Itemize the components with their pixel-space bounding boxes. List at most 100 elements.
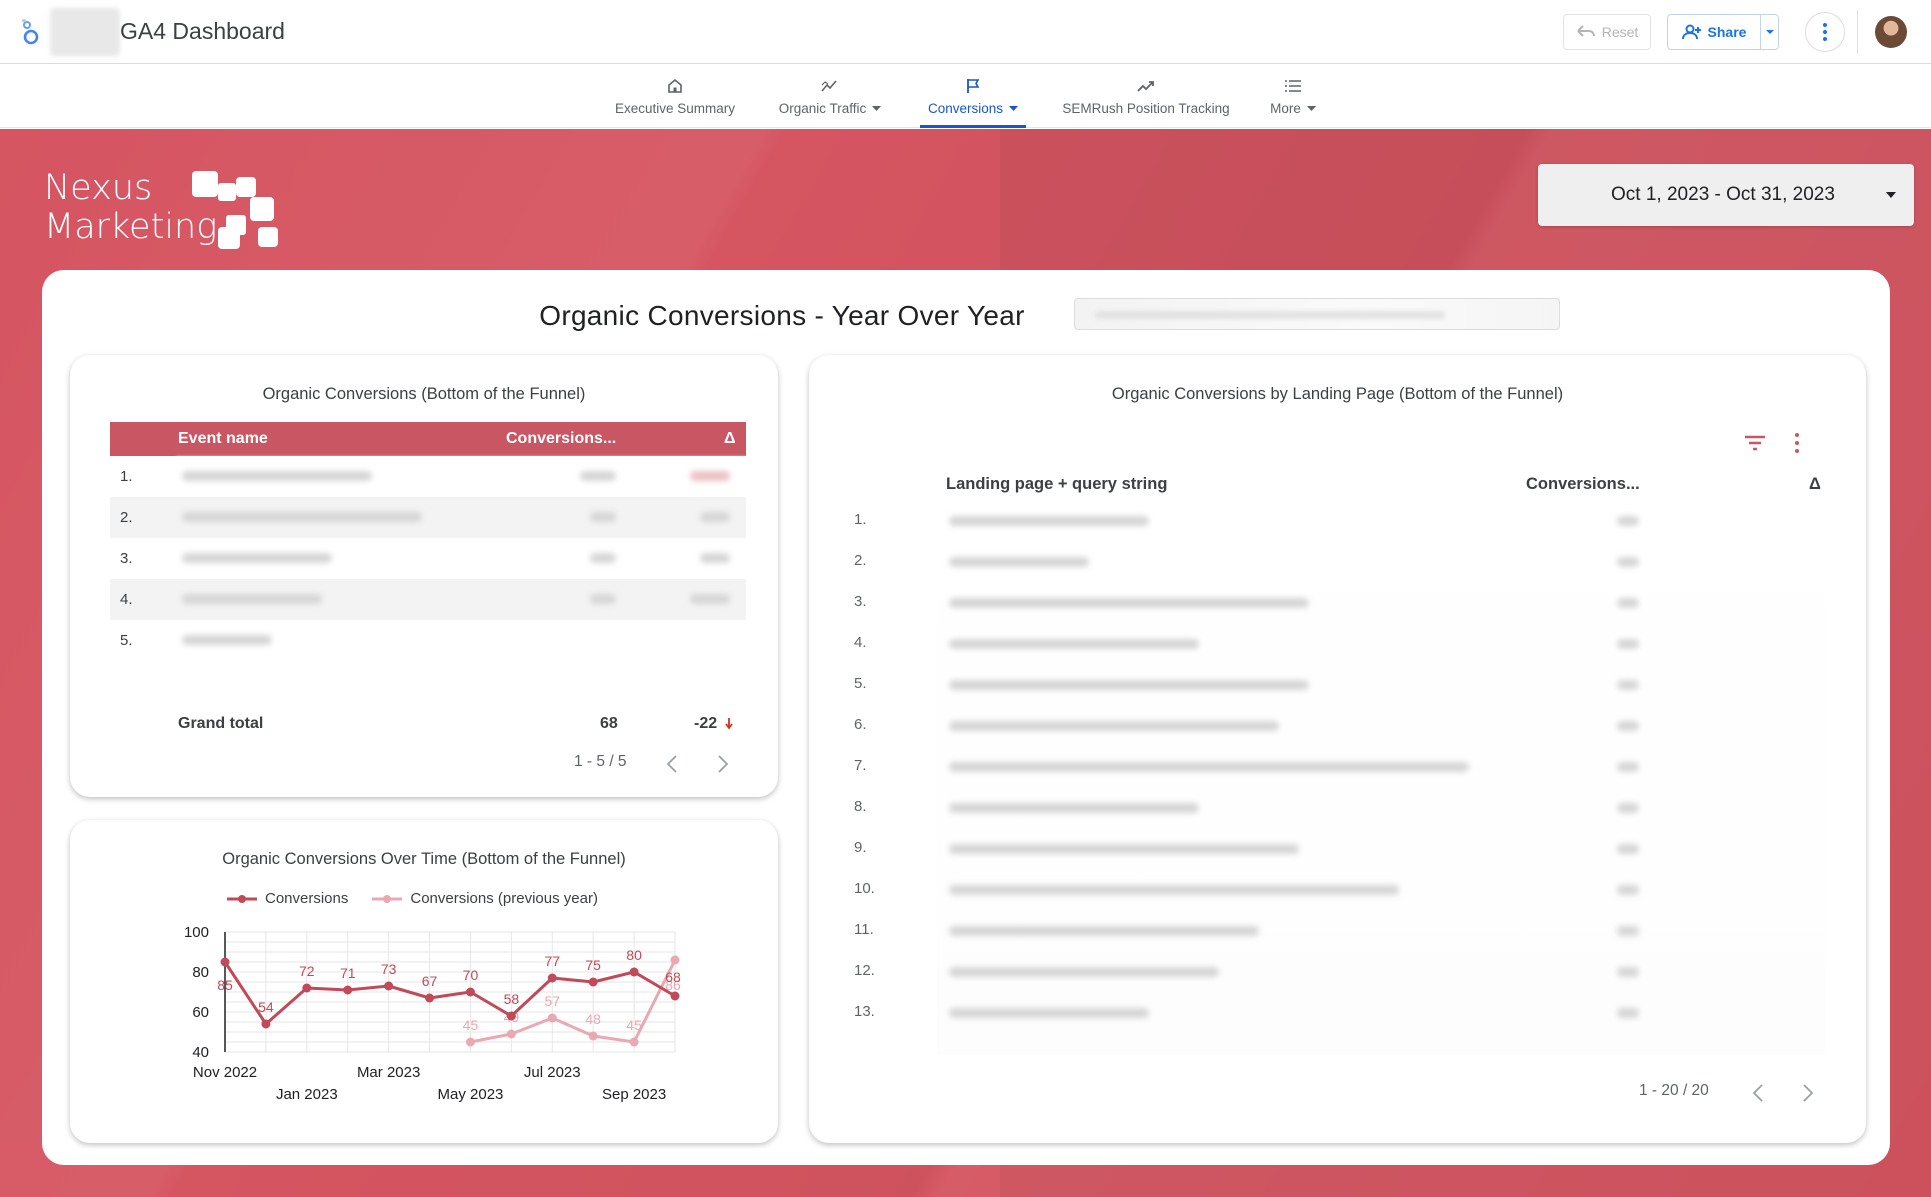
redacted-text xyxy=(182,553,332,563)
data-point xyxy=(465,987,475,997)
row-number: 10. xyxy=(854,880,875,897)
data-label: 54 xyxy=(258,999,274,1015)
column-header-landing-page[interactable]: Landing page + query string xyxy=(946,475,1167,494)
y-tick-label: 40 xyxy=(192,1044,209,1061)
data-label: 45 xyxy=(463,1017,479,1033)
data-point xyxy=(547,973,557,983)
table-row: 2. xyxy=(110,497,746,538)
redacted-value xyxy=(1617,557,1639,567)
x-tick-label: Jan 2023 xyxy=(276,1086,338,1103)
redacted-value xyxy=(1617,967,1639,977)
x-tick-label: Nov 2022 xyxy=(193,1064,257,1081)
x-tick-label: Mar 2023 xyxy=(357,1064,420,1081)
chevron-left-icon xyxy=(667,755,677,773)
data-point xyxy=(302,983,312,993)
tab-organic-traffic[interactable]: Organic Traffic xyxy=(768,64,892,128)
data-label: 80 xyxy=(626,947,642,963)
top-bar: GA4 Dashboard Reset Share xyxy=(0,0,1931,64)
column-header-delta[interactable]: Δ xyxy=(1809,475,1821,494)
filter-icon[interactable] xyxy=(1744,435,1766,451)
data-point xyxy=(343,985,353,995)
share-button[interactable]: Share xyxy=(1667,14,1779,50)
date-range-picker[interactable]: Oct 1, 2023 - Oct 31, 2023 xyxy=(1538,164,1914,226)
trending-up-icon xyxy=(1137,80,1154,92)
column-header-delta[interactable]: Δ xyxy=(724,430,736,448)
row-number: 9. xyxy=(854,839,867,856)
table-row: 4. xyxy=(110,579,746,620)
data-label: 72 xyxy=(299,963,315,979)
card-title: Organic Conversions (Bottom of the Funne… xyxy=(262,385,586,403)
next-page-button[interactable] xyxy=(1797,1082,1819,1104)
y-tick-label: 100 xyxy=(184,924,209,941)
tab-more[interactable]: More xyxy=(1262,64,1324,128)
data-point xyxy=(384,981,394,991)
redacted-value xyxy=(1617,1008,1639,1018)
landing-page-table-card: Organic Conversions by Landing Page (Bot… xyxy=(809,355,1866,1143)
pagination-status: 1 - 5 / 5 xyxy=(574,753,627,770)
redacted-text xyxy=(949,885,1399,895)
more-options-button[interactable] xyxy=(1805,12,1845,52)
filter-control[interactable] xyxy=(1074,298,1560,330)
data-point xyxy=(670,955,680,965)
redacted-value xyxy=(590,553,616,563)
data-label: 48 xyxy=(585,1011,601,1027)
main-panel: Organic Conversions - Year Over Year Org… xyxy=(42,270,1890,1165)
redacted-text xyxy=(182,471,372,481)
redacted-value xyxy=(580,471,616,481)
data-label: 67 xyxy=(422,973,438,989)
next-page-button[interactable] xyxy=(712,753,734,775)
redacted-value xyxy=(590,512,616,522)
redacted-delta xyxy=(700,512,730,522)
tab-semrush-position-tracking[interactable]: SEMRush Position Tracking xyxy=(1052,64,1240,128)
tab-label: SEMRush Position Tracking xyxy=(1062,100,1230,116)
blurred-logo xyxy=(50,8,120,56)
kebab-menu-icon[interactable] xyxy=(1795,433,1799,453)
redacted-delta xyxy=(700,553,730,563)
caret-down-icon xyxy=(1886,192,1896,198)
data-point xyxy=(670,991,680,1001)
row-number: 1. xyxy=(120,468,133,485)
data-label: 75 xyxy=(585,957,601,973)
row-number: 12. xyxy=(854,962,875,979)
row-number: 2. xyxy=(854,552,867,569)
add-person-icon xyxy=(1681,24,1701,40)
row-number: 4. xyxy=(120,591,133,608)
column-header-conversions[interactable]: Conversions... xyxy=(506,430,616,448)
report-title[interactable]: GA4 Dashboard xyxy=(120,18,285,45)
caret-down-icon xyxy=(1765,30,1774,34)
data-point xyxy=(465,1037,475,1047)
prev-page-button[interactable] xyxy=(1747,1082,1769,1104)
redacted-delta xyxy=(690,594,730,604)
reset-label: Reset xyxy=(1601,24,1639,40)
grand-total-delta: -22 xyxy=(694,715,718,732)
redacted-text xyxy=(182,635,272,645)
table-row: 3. xyxy=(110,538,746,579)
row-number: 5. xyxy=(120,632,133,649)
redacted-text xyxy=(949,598,1309,608)
caret-down-icon xyxy=(1306,105,1316,111)
column-header-conversions[interactable]: Conversions... xyxy=(1526,475,1640,494)
x-tick-label: Sep 2023 xyxy=(602,1086,666,1103)
reset-button[interactable]: Reset xyxy=(1563,14,1651,50)
flag-icon xyxy=(967,78,980,93)
column-header-event-name[interactable]: Event name xyxy=(178,430,268,448)
redacted-text xyxy=(949,762,1469,772)
redacted-value xyxy=(1617,516,1639,526)
user-avatar[interactable] xyxy=(1875,16,1907,48)
row-number: 6. xyxy=(854,716,867,733)
events-table-card: Organic Conversions (Bottom of the Funne… xyxy=(70,355,778,797)
data-point xyxy=(261,1019,271,1029)
data-label: 73 xyxy=(381,961,397,977)
data-label: 70 xyxy=(463,967,479,983)
tab-executive-summary[interactable]: Executive Summary xyxy=(605,64,745,128)
conversions-line-chart[interactable]: 40 60 80 100 Nov 2022 Jan 2023 Mar 2023 May 202… xyxy=(70,820,778,1143)
redacted-value xyxy=(1617,721,1639,731)
looker-studio-logo-icon[interactable] xyxy=(18,18,44,46)
share-label: Share xyxy=(1707,24,1747,40)
tab-conversions[interactable]: Conversions xyxy=(920,64,1026,128)
redacted-text xyxy=(949,721,1279,731)
prev-page-button[interactable] xyxy=(661,753,683,775)
data-label: 77 xyxy=(544,953,560,969)
share-dropdown-button[interactable] xyxy=(1760,15,1778,49)
chevron-left-icon xyxy=(1753,1084,1763,1102)
